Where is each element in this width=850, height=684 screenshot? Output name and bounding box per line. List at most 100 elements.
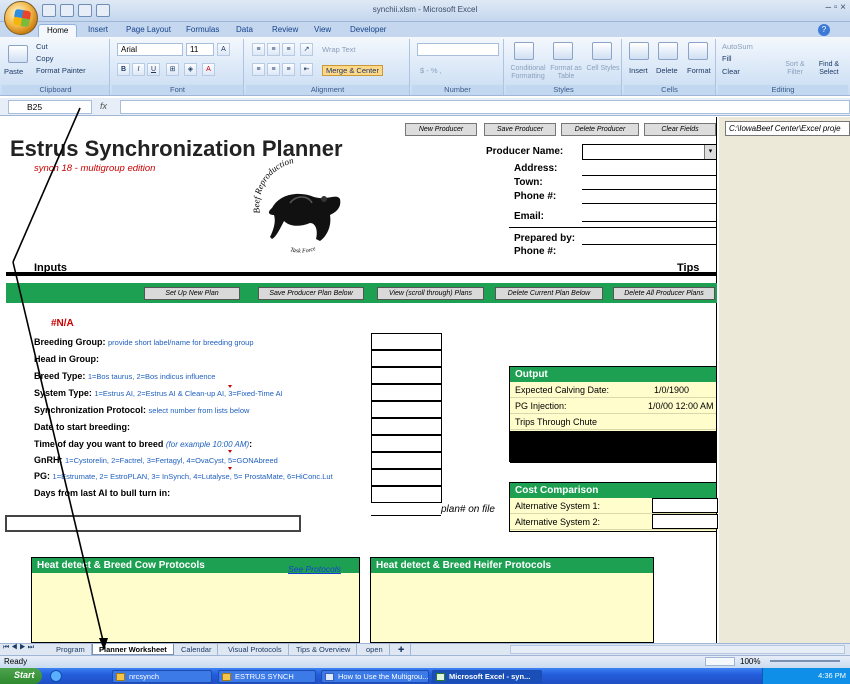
sync-protocol-input[interactable] [371, 401, 442, 418]
tab-home[interactable]: Home [38, 24, 78, 37]
help-icon[interactable]: ? [818, 24, 830, 36]
taskbar-item-estrus-synch[interactable]: ESTRUS SYNCH [218, 670, 316, 683]
paste-icon[interactable] [8, 45, 28, 63]
clear-fields-button[interactable]: Clear Fields [644, 123, 716, 136]
align-left-icon[interactable]: ≡ [252, 63, 265, 76]
tab-view[interactable]: View [306, 24, 339, 37]
taskbar-item-nrcsynch[interactable]: nrcsynch [112, 670, 212, 683]
email-line[interactable] [582, 221, 717, 222]
underline-icon[interactable]: U [147, 63, 160, 76]
fill-color-icon[interactable]: ◈ [184, 63, 197, 76]
breeding-group-input[interactable] [371, 333, 442, 350]
clear-button[interactable]: Clear [722, 67, 740, 76]
horizontal-scrollbar[interactable] [510, 645, 845, 654]
delete-cells-icon[interactable] [658, 42, 678, 60]
save-plan-button[interactable]: Save Producer Plan Below [258, 287, 364, 300]
font-family-select[interactable]: Arial [117, 43, 183, 56]
delete-all-plans-button[interactable]: Delete All Producer Plans [613, 287, 715, 300]
bold-icon[interactable]: B [117, 63, 130, 76]
system-type-input[interactable] [371, 384, 442, 401]
save-producer-button[interactable]: Save Producer [484, 123, 556, 136]
currency-button[interactable]: $ - % , [420, 66, 442, 75]
align-middle-icon[interactable]: ≡ [267, 43, 280, 56]
tab-page-layout[interactable]: Page Layout [118, 24, 179, 37]
align-top-icon[interactable]: ≡ [252, 43, 265, 56]
formula-input[interactable] [120, 100, 850, 114]
tab-developer[interactable]: Developer [342, 24, 394, 37]
insert-button[interactable]: Insert [629, 66, 648, 75]
fill-button[interactable]: Fill [722, 54, 732, 63]
see-protocols-link[interactable]: See Protocols [288, 564, 341, 574]
wrap-text-button[interactable]: Wrap Text [322, 45, 356, 54]
cell-styles-icon[interactable] [592, 42, 612, 60]
tab-data[interactable]: Data [228, 24, 261, 37]
align-right-icon[interactable]: ≡ [282, 63, 295, 76]
orientation-icon[interactable]: ↗ [300, 43, 313, 56]
breed-type-input[interactable] [371, 367, 442, 384]
pg-input[interactable] [371, 469, 442, 486]
set-up-new-plan-button[interactable]: Set Up New Plan [144, 287, 240, 300]
font-color-icon[interactable]: A [202, 63, 215, 76]
plan-number-line[interactable] [371, 515, 441, 516]
conditional-formatting-icon[interactable] [514, 42, 534, 60]
tab-review[interactable]: Review [264, 24, 306, 37]
format-cells-icon[interactable] [688, 42, 708, 60]
phone-line[interactable] [582, 203, 717, 204]
days-to-bull-input[interactable] [371, 486, 442, 503]
sheet-tab-planner-worksheet[interactable]: Planner Worksheet [92, 644, 174, 655]
format-painter-button[interactable]: Format Painter [36, 66, 86, 75]
browser-icon[interactable] [50, 670, 62, 682]
copy-button[interactable]: Copy [36, 54, 54, 63]
tab-insert[interactable]: Insert [80, 24, 116, 37]
align-center-icon[interactable]: ≡ [267, 63, 280, 76]
dropdown-arrow-icon[interactable]: ▾ [704, 145, 716, 159]
align-bottom-icon[interactable]: ≡ [282, 43, 295, 56]
delete-current-plan-button[interactable]: Delete Current Plan Below [495, 287, 603, 300]
paste-button[interactable]: Paste [4, 67, 23, 76]
start-button[interactable]: Start [0, 668, 42, 684]
font-size-select[interactable]: 11 [186, 43, 214, 56]
taskbar-item-excel[interactable]: Microsoft Excel - syn... [432, 670, 542, 683]
new-producer-button[interactable]: New Producer [405, 123, 477, 136]
zoom-slider[interactable] [770, 660, 840, 662]
start-date-input[interactable] [371, 418, 442, 435]
insert-cells-icon[interactable] [629, 42, 649, 60]
cost-value-2[interactable] [652, 514, 718, 529]
sheet-tab-visual-protocols[interactable]: Visual Protocols [222, 644, 289, 655]
grow-font-icon[interactable]: A [217, 43, 230, 56]
address-line[interactable] [582, 175, 717, 176]
tab-formulas[interactable]: Formulas [178, 24, 227, 37]
function-icon[interactable]: fx [100, 101, 107, 111]
office-button[interactable] [4, 1, 38, 35]
gnrh-input[interactable] [371, 452, 442, 469]
merge-center-button[interactable]: Merge & Center [322, 65, 383, 76]
file-path-box[interactable]: C:\IowaBeef Center\Excel proje [725, 121, 850, 136]
delete-producer-button[interactable]: Delete Producer [561, 123, 639, 136]
indent-icon[interactable]: ⇤ [300, 63, 313, 76]
format-button[interactable]: Format [687, 66, 711, 75]
town-line[interactable] [582, 189, 717, 190]
find-select-button[interactable]: Find & Select [814, 61, 844, 77]
time-of-day-input[interactable] [371, 435, 442, 452]
window-controls[interactable]: – ▫ × [825, 2, 846, 13]
prepared-by-line[interactable] [582, 244, 717, 245]
sheet-tab-open[interactable]: open [360, 644, 390, 655]
zoom-level[interactable]: 100% [740, 657, 760, 666]
head-in-group-input[interactable] [371, 350, 442, 367]
sheet-tab-program[interactable]: Program [50, 644, 92, 655]
cost-value-1[interactable] [652, 498, 718, 513]
taskbar-item-word-doc[interactable]: How to Use the Multigrou... [321, 670, 429, 683]
format-table-icon[interactable] [553, 42, 573, 60]
sheet-tab-tips-overview[interactable]: Tips & Overview [290, 644, 358, 655]
view-buttons[interactable] [705, 657, 735, 666]
cell-styles-button[interactable]: Cell Styles [586, 65, 620, 73]
autosum-button[interactable]: AutoSum [722, 42, 753, 51]
format-table-button[interactable]: Format as Table [548, 65, 584, 81]
view-plans-button[interactable]: View (scroll through) Plans [377, 287, 484, 300]
plan-name-input[interactable] [5, 515, 301, 532]
name-box[interactable]: B25 [8, 100, 92, 114]
italic-icon[interactable]: I [132, 63, 145, 76]
delete-button[interactable]: Delete [656, 66, 678, 75]
sort-filter-button[interactable]: Sort & Filter [780, 61, 810, 77]
cut-button[interactable]: Cut [36, 42, 48, 51]
